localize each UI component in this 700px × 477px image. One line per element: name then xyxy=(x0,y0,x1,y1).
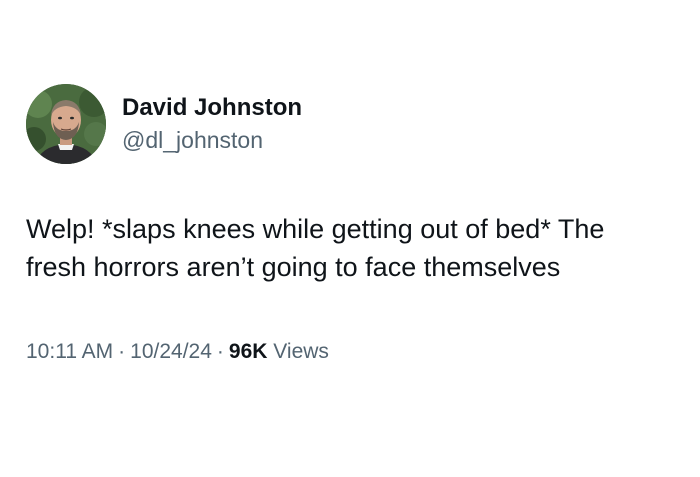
tweet-text: Welp! *slaps knees while getting out of … xyxy=(26,214,605,282)
tweet-meta: 10:11 AM · 10/24/24 · 96K Views xyxy=(26,337,329,367)
tweet-header: David Johnston @dl_johnston xyxy=(26,84,302,164)
tweet-date[interactable]: 10/24/24 xyxy=(130,340,212,363)
views-count[interactable]: 96K xyxy=(229,340,268,363)
meta-separator: · xyxy=(216,340,224,363)
tweet-card: David Johnston @dl_johnston Welp! *slaps… xyxy=(0,0,700,477)
views-label: Views xyxy=(273,340,329,363)
tweet-time[interactable]: 10:11 AM xyxy=(26,340,113,363)
author-display-name[interactable]: David Johnston xyxy=(122,93,302,123)
author-names: David Johnston @dl_johnston xyxy=(122,93,302,155)
author-handle[interactable]: @dl_johnston xyxy=(122,125,302,155)
meta-separator: · xyxy=(118,340,126,363)
avatar[interactable] xyxy=(26,84,106,164)
avatar-image xyxy=(26,84,106,164)
